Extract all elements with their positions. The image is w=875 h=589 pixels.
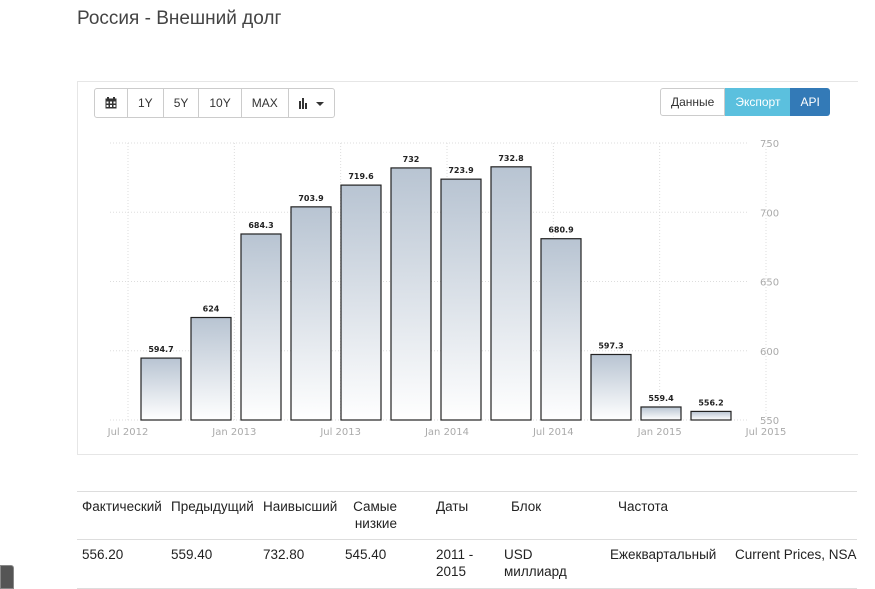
bar-value-label: 719.6 bbox=[348, 172, 374, 181]
cell-frequency: Ежеквартальный bbox=[610, 547, 717, 562]
chart-panel: 1Y 5Y 10Y MAX Данные Экспорт API 550 600 6… bbox=[77, 81, 858, 455]
x-tick-label: Jul 2015 bbox=[745, 427, 787, 438]
y-tick-label: 550 bbox=[760, 416, 779, 427]
x-tick-label: Jul 2012 bbox=[107, 427, 149, 438]
y-tick-label: 650 bbox=[760, 278, 779, 289]
bar-value-label: 703.9 bbox=[298, 194, 324, 203]
bar bbox=[390, 167, 432, 421]
y-tick-label: 700 bbox=[760, 208, 779, 219]
bar bbox=[290, 206, 332, 421]
bar bbox=[340, 184, 382, 421]
cell-extra: Current Prices, NSA bbox=[735, 547, 857, 562]
cell-dates: 2011 - 2015 bbox=[436, 547, 474, 579]
bar-chart: 550 600 650 700 750 Jul 2012 Jan 2013 Jul 2013 J… bbox=[107, 139, 787, 438]
cell-actual: 556.20 bbox=[82, 547, 124, 562]
bar-value-label: 680.9 bbox=[548, 226, 574, 235]
bar bbox=[590, 353, 632, 421]
x-tick-label: Jul 2014 bbox=[532, 427, 574, 438]
bar-value-label: 624 bbox=[203, 305, 220, 314]
cell-unit: USD миллиард bbox=[504, 547, 567, 579]
bar bbox=[540, 238, 582, 421]
bar bbox=[240, 233, 282, 421]
bar-value-label: 732 bbox=[403, 155, 420, 164]
bar-value-label: 723.9 bbox=[448, 166, 474, 175]
y-tick-label: 750 bbox=[760, 139, 779, 150]
x-tick-label: Jul 2013 bbox=[319, 427, 361, 438]
x-tick-label: Jan 2013 bbox=[211, 427, 256, 438]
bar bbox=[140, 357, 182, 421]
bar-value-label: 597.3 bbox=[598, 341, 623, 350]
bar bbox=[640, 406, 682, 421]
table-row: 556.20 559.40 732.80 545.40 2011 - 2015 … bbox=[77, 540, 857, 589]
bar bbox=[440, 178, 482, 421]
table-header: Фактический Предыдущий Наивысший Самые н… bbox=[77, 492, 857, 540]
header-previous: Предыдущий bbox=[171, 499, 254, 514]
bar bbox=[690, 410, 732, 421]
bar-value-label: 556.2 bbox=[698, 398, 723, 407]
bar-value-label: 732.8 bbox=[498, 154, 524, 163]
bar bbox=[190, 316, 232, 421]
header-frequency: Частота bbox=[618, 499, 669, 514]
page-title: Россия - Внешний долг bbox=[77, 8, 282, 29]
header-unit: Блок bbox=[511, 499, 542, 514]
y-tick-label: 600 bbox=[760, 347, 779, 358]
bar-value-label: 684.3 bbox=[248, 221, 273, 230]
side-tab-icon[interactable] bbox=[0, 565, 14, 589]
x-tick-label: Jan 2014 bbox=[424, 427, 469, 438]
cell-highest: 732.80 bbox=[263, 547, 305, 562]
indicator-table: Фактический Предыдущий Наивысший Самые н… bbox=[77, 491, 857, 589]
bar bbox=[490, 166, 532, 421]
bar-value-label: 559.4 bbox=[648, 394, 674, 403]
cell-previous: 559.40 bbox=[171, 547, 213, 562]
cell-lowest: 545.40 bbox=[345, 547, 387, 562]
header-highest: Наивысший bbox=[263, 499, 338, 514]
x-tick-label: Jan 2015 bbox=[637, 427, 682, 438]
header-dates: Даты bbox=[436, 499, 469, 514]
header-actual: Фактический bbox=[82, 499, 162, 514]
header-lowest: Самые низкие bbox=[353, 499, 397, 531]
bar-value-label: 594.7 bbox=[148, 345, 173, 354]
